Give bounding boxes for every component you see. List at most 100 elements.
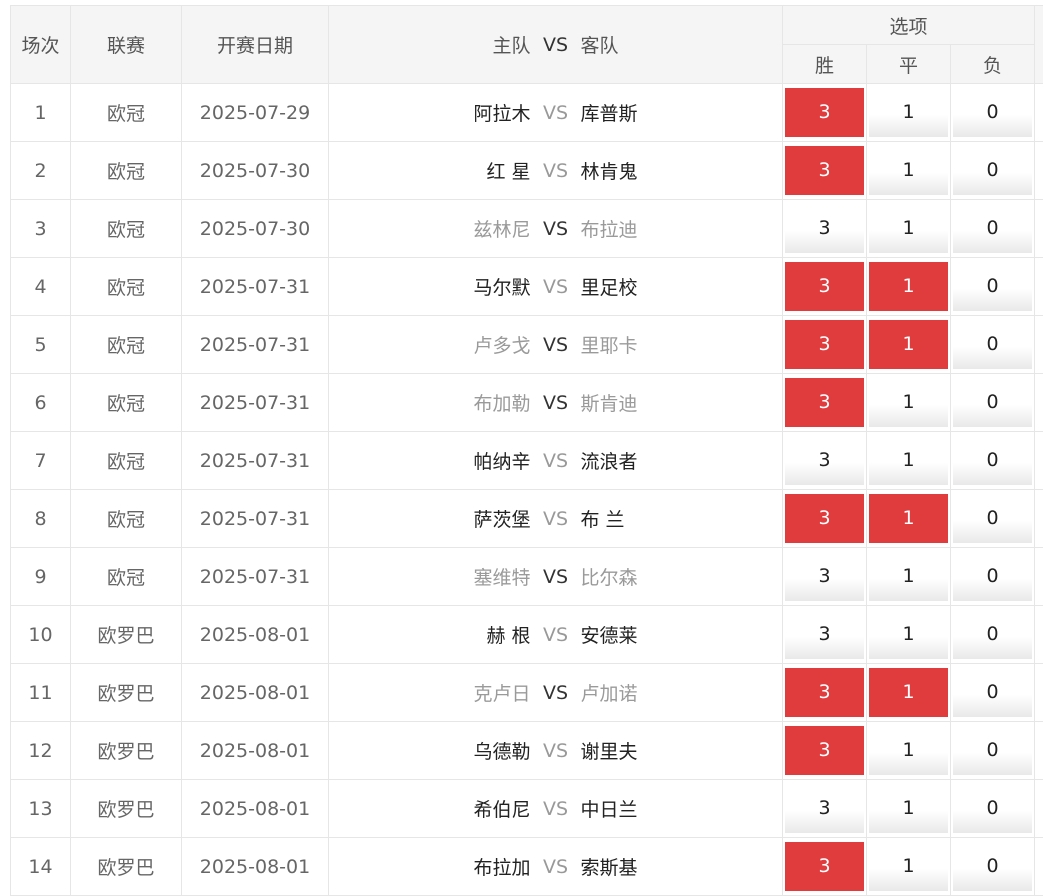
- lose-option-button[interactable]: 0: [953, 668, 1032, 717]
- league-name: 欧冠: [71, 432, 182, 490]
- lose-option-button[interactable]: 0: [953, 204, 1032, 253]
- col-header-idx: 场次: [11, 6, 71, 84]
- away-team: 索斯基: [580, 853, 780, 880]
- win-option-button[interactable]: 3: [785, 842, 864, 891]
- win-option-button[interactable]: 3: [785, 146, 864, 195]
- lose-option-button[interactable]: 0: [953, 378, 1032, 427]
- home-team: 卢多戈: [331, 331, 531, 358]
- row-end-cell: [1035, 316, 1043, 374]
- lose-option-cell: 0: [951, 142, 1035, 200]
- vs-label: VS: [531, 276, 581, 298]
- draw-option-button[interactable]: 1: [869, 204, 948, 253]
- win-option-button[interactable]: 3: [785, 610, 864, 659]
- row-end-cell: [1035, 374, 1043, 432]
- match-cell: 塞维特 VS 比尔森: [329, 548, 783, 606]
- win-option-button[interactable]: 3: [785, 378, 864, 427]
- lose-option-button[interactable]: 0: [953, 494, 1032, 543]
- draw-option-button[interactable]: 1: [869, 146, 948, 195]
- match-index: 2: [11, 142, 71, 200]
- match-date: 2025-08-01: [182, 780, 329, 838]
- vs-label: VS: [531, 682, 581, 704]
- home-team: 布拉加: [331, 853, 531, 880]
- match-date: 2025-07-30: [182, 200, 329, 258]
- draw-option-button[interactable]: 1: [869, 610, 948, 659]
- draw-option-cell: 1: [867, 606, 951, 664]
- league-name: 欧冠: [71, 142, 182, 200]
- match-date: 2025-07-31: [182, 490, 329, 548]
- vs-label: VS: [531, 160, 581, 182]
- home-team: 塞维特: [331, 563, 531, 590]
- league-name: 欧罗巴: [71, 838, 182, 896]
- col-header-vs: VS: [531, 34, 581, 56]
- draw-option-button[interactable]: 1: [869, 726, 948, 775]
- lose-option-button[interactable]: 0: [953, 88, 1032, 137]
- draw-option-button[interactable]: 1: [869, 494, 948, 543]
- table-row: 6 欧冠 2025-07-31 布加勒 VS 斯肯迪 3 1 0: [11, 374, 1043, 432]
- row-end-cell: [1035, 84, 1043, 142]
- match-index: 3: [11, 200, 71, 258]
- league-name: 欧罗巴: [71, 722, 182, 780]
- vs-label: VS: [531, 508, 581, 530]
- match-index: 6: [11, 374, 71, 432]
- win-option-cell: 3: [783, 722, 867, 780]
- vs-label: VS: [531, 334, 581, 356]
- draw-option-button[interactable]: 1: [869, 262, 948, 311]
- vs-label: VS: [531, 102, 581, 124]
- match-date: 2025-07-31: [182, 316, 329, 374]
- lose-option-button[interactable]: 0: [953, 610, 1032, 659]
- match-index: 8: [11, 490, 71, 548]
- win-option-button[interactable]: 3: [785, 784, 864, 833]
- draw-option-cell: 1: [867, 142, 951, 200]
- league-name: 欧冠: [71, 374, 182, 432]
- lose-option-button[interactable]: 0: [953, 726, 1032, 775]
- lose-option-button[interactable]: 0: [953, 146, 1032, 195]
- draw-option-button[interactable]: 1: [869, 842, 948, 891]
- lose-option-button[interactable]: 0: [953, 436, 1032, 485]
- table-row: 8 欧冠 2025-07-31 萨茨堡 VS 布 兰 3 1 0: [11, 490, 1043, 548]
- win-option-button[interactable]: 3: [785, 320, 864, 369]
- win-option-button[interactable]: 3: [785, 494, 864, 543]
- match-date: 2025-07-29: [182, 84, 329, 142]
- lose-option-button[interactable]: 0: [953, 262, 1032, 311]
- home-team: 乌德勒: [331, 737, 531, 764]
- row-end-cell: [1035, 490, 1043, 548]
- draw-option-button[interactable]: 1: [869, 436, 948, 485]
- win-option-button[interactable]: 3: [785, 262, 864, 311]
- win-option-button[interactable]: 3: [785, 552, 864, 601]
- win-option-button[interactable]: 3: [785, 88, 864, 137]
- lose-option-button[interactable]: 0: [953, 552, 1032, 601]
- win-option-cell: 3: [783, 838, 867, 896]
- draw-option-button[interactable]: 1: [869, 668, 948, 717]
- win-option-cell: 3: [783, 606, 867, 664]
- win-option-button[interactable]: 3: [785, 668, 864, 717]
- league-name: 欧罗巴: [71, 606, 182, 664]
- match-index: 14: [11, 838, 71, 896]
- draw-option-button[interactable]: 1: [869, 378, 948, 427]
- table-row: 11 欧罗巴 2025-08-01 克卢日 VS 卢加诺 3 1 0: [11, 664, 1043, 722]
- draw-option-cell: 1: [867, 664, 951, 722]
- table-row: 14 欧罗巴 2025-08-01 布拉加 VS 索斯基 3 1 0: [11, 838, 1043, 896]
- draw-option-cell: 1: [867, 200, 951, 258]
- win-option-button[interactable]: 3: [785, 204, 864, 253]
- away-team: 里足校: [580, 273, 780, 300]
- league-name: 欧冠: [71, 200, 182, 258]
- draw-option-button[interactable]: 1: [869, 320, 948, 369]
- win-option-cell: 3: [783, 664, 867, 722]
- match-table-container: 场次 联赛 开赛日期 主队 VS 客队 选项 胜 平 负 1: [10, 5, 1043, 896]
- draw-option-cell: 1: [867, 258, 951, 316]
- away-team: 林肯鬼: [580, 157, 780, 184]
- row-end-cell: [1035, 200, 1043, 258]
- row-end-cell: [1035, 606, 1043, 664]
- lose-option-button[interactable]: 0: [953, 784, 1032, 833]
- draw-option-button[interactable]: 1: [869, 88, 948, 137]
- row-end-cell: [1035, 664, 1043, 722]
- lose-option-button[interactable]: 0: [953, 320, 1032, 369]
- col-header-win: 胜: [783, 45, 867, 84]
- away-team: 里耶卡: [580, 331, 780, 358]
- win-option-button[interactable]: 3: [785, 436, 864, 485]
- lose-option-button[interactable]: 0: [953, 842, 1032, 891]
- win-option-button[interactable]: 3: [785, 726, 864, 775]
- draw-option-button[interactable]: 1: [869, 552, 948, 601]
- away-team: 谢里夫: [580, 737, 780, 764]
- draw-option-button[interactable]: 1: [869, 784, 948, 833]
